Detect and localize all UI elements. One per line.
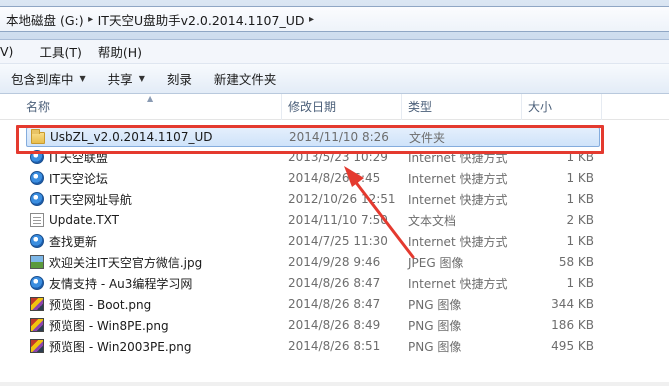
png-image-icon [30, 297, 44, 311]
breadcrumb-item-folder[interactable]: IT天空U盘助手v2.0.2014.1107_UD [98, 10, 305, 29]
menu-item-tools[interactable]: 工具(T) [21, 42, 89, 61]
share-label: 共享 [107, 72, 133, 87]
file-name-cell: 预览图 - Win2003PE.png [30, 338, 192, 355]
file-name-cell: IT天空网址导航 [30, 191, 132, 208]
file-size: 186 KB [551, 318, 594, 332]
file-type: PNG 图像 [408, 339, 462, 354]
file-type: 文本文档 [408, 213, 457, 228]
file-size: 2 KB [566, 213, 594, 227]
column-header-type-label: 类型 [408, 100, 433, 114]
file-type: Internet 快捷方式 [408, 276, 508, 291]
internet-shortcut-icon [30, 234, 44, 248]
file-name: 友情支持 - Au3编程学习网 [49, 276, 193, 291]
address-bar-area: 本地磁盘 (G:) ▸ IT天空U盘助手v2.0.2014.1107_UD ▸ [0, 0, 669, 40]
file-date: 2014/8/26 8:47 [288, 297, 381, 311]
file-date: 2014/9/28 9:46 [288, 255, 381, 269]
file-size: 495 KB [551, 339, 594, 353]
menu-item-view[interactable]: V) [0, 44, 21, 59]
file-row[interactable]: 预览图 - Win8PE.png 2014/8/26 8:49 PNG 图像 186 … [26, 315, 600, 335]
file-date: 2014/8/26 ⁠6:45 [288, 171, 381, 185]
file-name: 预览图 - Win2003PE.png [49, 339, 192, 354]
file-name: 预览图 - Win8PE.png [49, 318, 169, 333]
png-image-icon [30, 339, 44, 353]
file-name-cell: Update.TXT [30, 213, 119, 227]
file-name: Update.TXT [49, 213, 119, 227]
file-size: 344 KB [551, 297, 594, 311]
column-header-date-label: 修改日期 [288, 100, 337, 114]
file-date: 2014/8/26 8:49 [288, 318, 381, 332]
dropdown-caret-icon: ▼ [138, 74, 145, 83]
file-name: IT天空网址导航 [49, 192, 132, 207]
dropdown-caret-icon: ▼ [79, 74, 86, 83]
command-toolbar: 包含到库中 ▼ 共享 ▼ 刻录 新建文件夹 [0, 64, 669, 94]
file-type: PNG 图像 [408, 297, 462, 312]
file-name-cell: 友情支持 - Au3编程学习网 [30, 275, 192, 292]
address-bar[interactable]: 本地磁盘 (G:) ▸ IT天空U盘助手v2.0.2014.1107_UD ▸ [0, 6, 669, 32]
file-name-cell: IT天空论坛 [30, 170, 108, 187]
column-header-name-label: 名称 [26, 100, 51, 114]
jpeg-image-icon [30, 255, 44, 269]
column-header-date[interactable]: 修改日期 [282, 94, 402, 120]
breadcrumb-item-drive[interactable]: 本地磁盘 (G:) [6, 10, 84, 29]
column-header-size[interactable]: 大小 [522, 94, 602, 120]
file-row[interactable]: IT天空论坛 2014/8/26 ⁠6:45 Internet 快捷方式 1 KB [26, 168, 600, 188]
file-name: IT天空论坛 [49, 171, 108, 186]
internet-shortcut-icon [30, 192, 44, 206]
column-header-name[interactable]: 名称 [20, 94, 282, 120]
column-header-row: ▲ 名称 修改日期 类型 大小 [0, 94, 669, 120]
breadcrumb: 本地磁盘 (G:) ▸ IT天空U盘助手v2.0.2014.1107_UD ▸ [6, 7, 318, 31]
file-size: 1 KB [566, 171, 594, 185]
new-folder-button[interactable]: 新建文件夹 [203, 64, 288, 93]
column-header-type[interactable]: 类型 [402, 94, 522, 120]
file-name-cell: 查找更新 [30, 233, 97, 250]
file-name: 查找更新 [49, 234, 98, 249]
share-button[interactable]: 共享 ▼ [97, 64, 156, 93]
file-date: 2014/8/26 8:47 [288, 276, 381, 290]
png-image-icon [30, 318, 44, 332]
file-row[interactable]: 友情支持 - Au3编程学习网 2014/8/26 8:47 Internet 快捷… [26, 273, 600, 293]
file-row[interactable]: IT天空网址导航 2012/10/26 12:51 Internet 快捷方式 1 K… [26, 189, 600, 209]
file-name-cell: 预览图 - Win8PE.png [30, 317, 169, 334]
file-date: 2012/10/26 12:51 [288, 192, 396, 206]
menu-bar: V) 工具(T) 帮助(H) [0, 40, 669, 64]
include-in-library-button[interactable]: 包含到库中 ▼ [0, 64, 97, 93]
status-divider [0, 382, 669, 386]
file-size: 1 KB [566, 276, 594, 290]
file-row[interactable]: 查找更新 2014/7/25 11:30 Internet 快捷方式 1 KB [26, 231, 600, 251]
burn-button[interactable]: 刻录 [156, 64, 203, 93]
file-row[interactable]: Update.TXT 2014/11/10 7:50 文本文档 2 KB [26, 210, 600, 230]
file-row[interactable]: 欢迎关注IT天空官方微信.jpg 2014/9/28 9:46 JPEG 图像 58 … [26, 252, 600, 272]
breadcrumb-separator-icon[interactable]: ▸ [84, 14, 98, 25]
file-date: 2014/8/26 8:51 [288, 339, 381, 353]
breadcrumb-separator-icon[interactable]: ▸ [304, 14, 318, 25]
file-row[interactable]: 预览图 - Win2003PE.png 2014/8/26 8:51 PNG 图像 4… [26, 336, 600, 356]
include-in-library-label: 包含到库中 [11, 72, 74, 87]
file-type: Internet 快捷方式 [408, 234, 508, 249]
file-type: JPEG 图像 [408, 255, 464, 270]
menu-item-help[interactable]: 帮助(H) [90, 42, 150, 61]
column-header-size-label: 大小 [528, 100, 553, 114]
file-size: 1 KB [566, 192, 594, 206]
file-row[interactable]: 预览图 - Boot.png 2014/8/26 8:47 PNG 图像 344 KB [26, 294, 600, 314]
internet-shortcut-icon [30, 171, 44, 185]
file-name-cell: 预览图 - Boot.png [30, 296, 151, 313]
annotation-highlight-box [16, 125, 604, 154]
file-type: PNG 图像 [408, 318, 462, 333]
file-type: Internet 快捷方式 [408, 192, 508, 207]
file-name: 预览图 - Boot.png [49, 297, 152, 312]
file-date: 2014/11/10 7:50 [288, 213, 388, 227]
new-folder-label: 新建文件夹 [213, 72, 277, 87]
file-size: 1 KB [566, 234, 594, 248]
file-size: 58 KB [558, 255, 594, 269]
file-type: Internet 快捷方式 [408, 171, 508, 186]
file-date: 2014/7/25 11:30 [288, 234, 388, 248]
burn-label: 刻录 [166, 72, 192, 87]
internet-shortcut-icon [30, 276, 44, 290]
text-file-icon [30, 213, 44, 227]
file-name-cell: 欢迎关注IT天空官方微信.jpg [30, 254, 202, 271]
file-name: 欢迎关注IT天空官方微信.jpg [49, 255, 203, 270]
